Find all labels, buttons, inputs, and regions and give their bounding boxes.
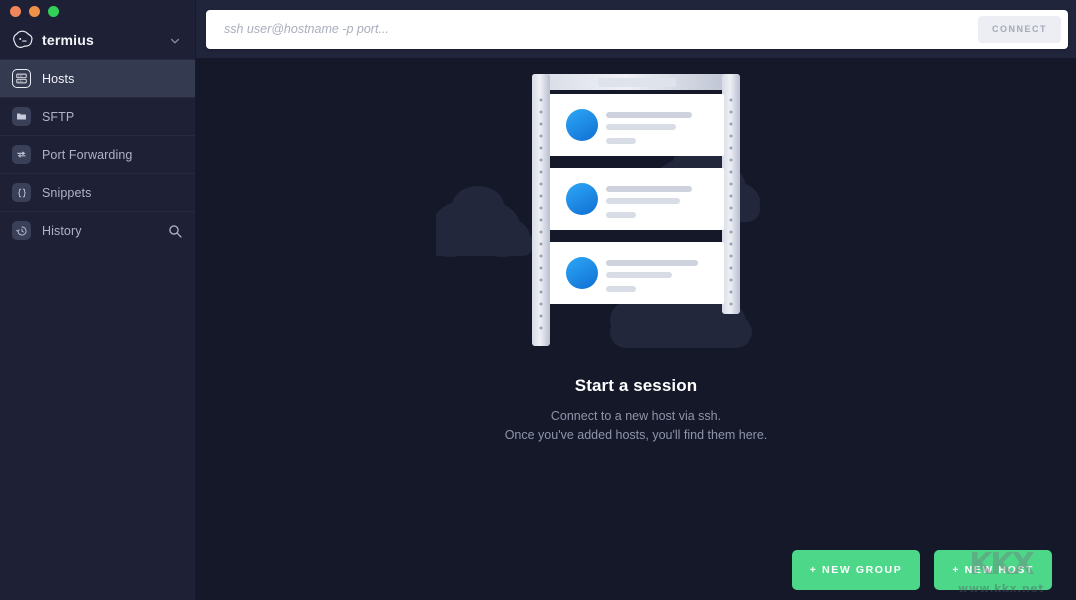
server-rack-icon: [12, 69, 31, 88]
sidebar-item-label: History: [42, 223, 82, 238]
sidebar-item-history[interactable]: History: [0, 211, 195, 249]
sidebar-item-label: Port Forwarding: [42, 147, 133, 162]
window-maximize-button[interactable]: [48, 5, 59, 17]
main-panel: CONNECT: [196, 0, 1076, 600]
sidebar-nav: Hosts SFTP Port Forwarding Snippets Hist…: [0, 59, 195, 249]
connect-button[interactable]: CONNECT: [978, 15, 1061, 43]
sidebar-item-snippets[interactable]: Snippets: [0, 173, 195, 211]
ssh-command-input[interactable]: [224, 22, 978, 36]
page-title: Start a session: [574, 376, 698, 395]
new-group-button[interactable]: + NEW GROUP: [791, 550, 921, 590]
account-switcher[interactable]: termius: [0, 22, 195, 58]
empty-state-description: Connect to a new host via ssh. Once you'…: [196, 407, 1076, 444]
folder-icon: [12, 107, 31, 126]
window-minimize-button[interactable]: [29, 5, 40, 17]
server-rack-clouds-illustration: [420, 64, 836, 364]
sidebar: termius Hosts SFTP Port Forwarding Snipp…: [0, 0, 196, 600]
new-host-button[interactable]: + NEW HOST: [934, 550, 1052, 590]
empty-state-line-2: Once you've added hosts, you'll find the…: [504, 427, 768, 442]
sidebar-item-sftp[interactable]: SFTP: [0, 97, 195, 135]
search-icon[interactable]: [167, 223, 183, 239]
connect-field-wrapper: CONNECT: [206, 9, 1068, 49]
empty-state-line-1: Connect to a new host via ssh.: [550, 409, 722, 423]
brand-name: termius: [42, 32, 94, 48]
sidebar-item-label: SFTP: [42, 109, 75, 124]
window-close-button[interactable]: [10, 5, 21, 17]
empty-state-content: Start a session Connect to a new host vi…: [196, 58, 1076, 600]
sidebar-item-label: Snippets: [42, 185, 92, 200]
termius-cloud-logo-icon: [12, 30, 33, 50]
top-connect-bar: CONNECT: [196, 0, 1076, 58]
window-traffic-lights: [0, 0, 195, 22]
empty-state-text: Start a session Connect to a new host vi…: [196, 376, 1076, 444]
action-buttons: + NEW GROUP + NEW HOST: [791, 550, 1052, 590]
curly-braces-icon: [12, 183, 31, 202]
sidebar-item-label: Hosts: [42, 71, 75, 86]
clock-history-icon: [12, 221, 31, 240]
termius-app-window: termius Hosts SFTP Port Forwarding Snipp…: [0, 0, 1076, 600]
sidebar-item-hosts[interactable]: Hosts: [0, 59, 195, 97]
chevron-down-icon[interactable]: [169, 34, 181, 46]
arrows-transfer-icon: [12, 145, 31, 164]
sidebar-item-port-forwarding[interactable]: Port Forwarding: [0, 135, 195, 173]
